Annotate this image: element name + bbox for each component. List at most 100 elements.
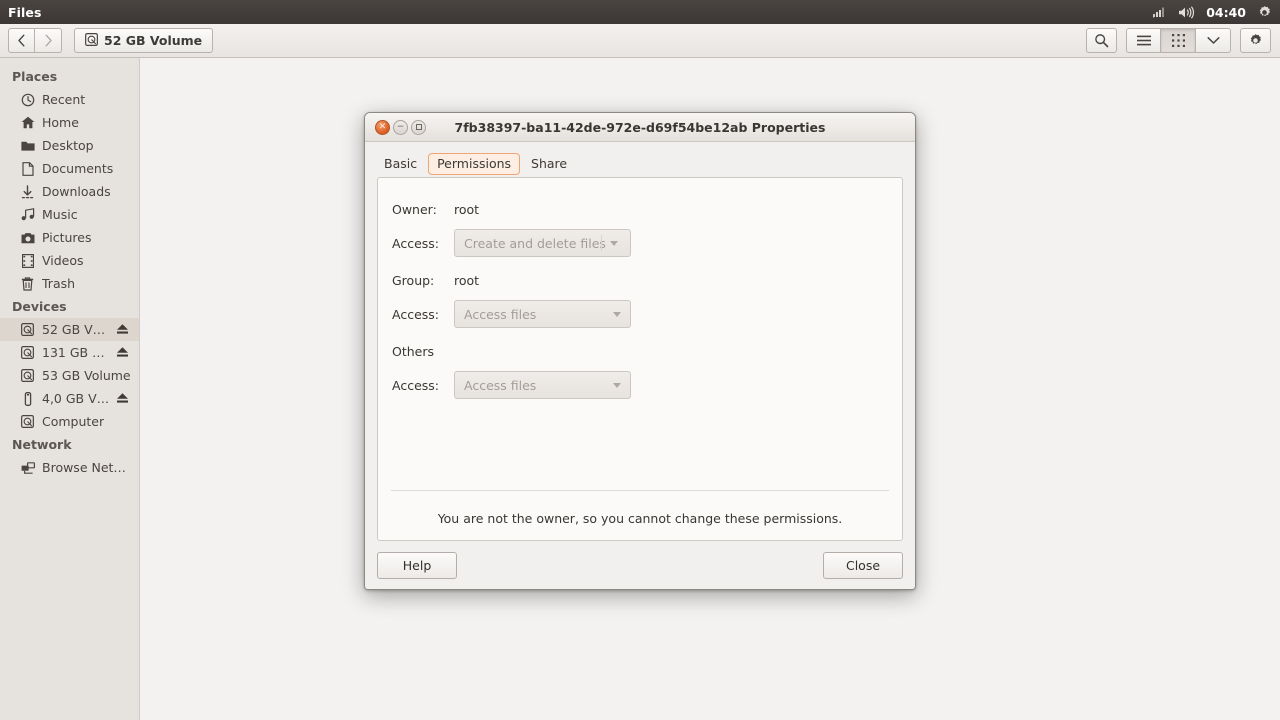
film-icon [20,253,35,268]
camera-icon [20,232,35,244]
chevron-down-icon [613,382,621,388]
others-access-label: Access: [392,377,440,393]
network-signal-icon[interactable] [1153,6,1167,18]
sidebar-item-recent[interactable]: Recent [0,88,139,111]
files-toolbar: 52 GB Volume [0,24,1280,58]
tab-basic[interactable]: Basic [375,153,426,175]
system-settings-gear-icon[interactable] [1257,5,1272,20]
others-section: Others Access: Access files [392,341,631,399]
close-button[interactable]: Close [823,551,903,579]
view-options-chevron-down-button[interactable] [1196,28,1231,53]
breadcrumb-label: 52 GB Volume [104,33,203,48]
owner-section: Owner: root Access: Create and delete fi… [392,199,631,257]
sidebar-item-label: Trash [42,276,76,291]
sidebar-item-label: 53 GB Volume [42,368,131,383]
sidebar-item-131-gb-volume[interactable]: 131 GB … [0,341,139,364]
sidebar-item-desktop[interactable]: Desktop [0,134,139,157]
sidebar-item-browse-network[interactable]: Browse Net… [0,456,139,479]
others-access-value: Access files [464,377,537,393]
others-access-row: Access: Access files [392,371,631,399]
group-value: root [454,272,480,288]
combo-separator [601,235,602,251]
eject-icon[interactable] [116,345,129,360]
properties-dialog: ✕ − 7fb38397-ba11-42de-972e-d69f54be12ab… [364,112,916,590]
breadcrumb-item-52-gb-volume[interactable]: 52 GB Volume [74,28,214,53]
drive-harddisk-icon [85,32,98,49]
folder-icon [20,140,35,152]
search-button[interactable] [1086,28,1117,53]
tab-share[interactable]: Share [522,153,576,175]
sidebar-item-videos[interactable]: Videos [0,249,139,272]
clock-icon [20,93,35,107]
usb-drive-icon [20,391,35,406]
sidebar-item-label: Computer [42,414,105,429]
not-owner-note: You are not the owner, so you cannot cha… [437,511,843,526]
volume-icon[interactable] [1178,5,1195,19]
owner-label: Owner: [392,201,437,217]
sidebar-item-label: Browse Net… [42,460,126,475]
group-access-value: Access files [464,306,537,322]
sidebar-item-downloads[interactable]: Downloads [0,180,139,203]
others-access-dropdown[interactable]: Access files [454,371,631,399]
list-view-button[interactable] [1126,28,1161,53]
panel-app-name[interactable]: Files [8,5,42,20]
sidebar-item-52-gb-volume[interactable]: 52 GB V… [0,318,139,341]
close-window-button[interactable]: ✕ [375,119,390,135]
dialog-title: 7fb38397-ba11-42de-972e-d69f54be12ab Pro… [454,119,826,135]
sidebar-item-music[interactable]: Music [0,203,139,226]
eject-icon[interactable] [116,391,129,406]
download-icon [20,184,35,199]
sidebar-item-label: Documents [42,161,114,176]
eject-icon[interactable] [116,322,129,337]
network-icon [20,461,35,474]
chevron-down-icon [610,240,618,246]
sidebar-item-label: 52 GB V… [42,322,106,337]
group-access-dropdown[interactable]: Access files [454,300,631,328]
desktop-top-panel: Files 04:40 [0,0,1280,24]
tab-permissions[interactable]: Permissions [428,153,521,175]
system-tray: 04:40 [1153,5,1280,20]
navigation-button-group [8,28,62,53]
chevron-down-icon [613,311,621,317]
back-button[interactable] [8,28,35,53]
sidebar-item-trash[interactable]: Trash [0,272,139,295]
group-row: Group: root [392,270,631,290]
drive-harddisk-icon [20,323,35,336]
gear-icon[interactable] [1240,28,1271,53]
sidebar-item-pictures[interactable]: Pictures [0,226,139,249]
owner-value: root [454,201,480,217]
trash-icon [20,276,35,291]
sidebar-item-53-gb-volume[interactable]: 53 GB Volume [0,364,139,387]
clock-label[interactable]: 04:40 [1206,5,1246,20]
view-mode-group [1126,28,1231,53]
permissions-panel: Owner: root Access: Create and delete fi… [377,177,903,541]
sidebar-heading-devices: Devices [12,299,67,314]
sidebar-item-4-0-gb-volume[interactable]: 4,0 GB V… [0,387,139,410]
group-label: Group: [392,272,435,288]
grid-view-button[interactable] [1161,28,1196,53]
document-icon [20,161,35,176]
sidebar-item-home[interactable]: Home [0,111,139,134]
dialog-tabs: Basic Permissions Share [365,142,915,175]
sidebar-item-documents[interactable]: Documents [0,157,139,180]
sidebar-item-label: Downloads [42,184,111,199]
owner-access-dropdown[interactable]: Create and delete files [454,229,631,257]
sidebar-item-label: Music [42,207,78,222]
window-controls: ✕ − [375,119,426,135]
music-icon [20,208,35,221]
breadcrumb: 52 GB Volume [74,28,214,53]
maximize-window-button[interactable] [411,119,426,135]
sidebar-item-label: 4,0 GB V… [42,391,110,406]
help-button[interactable]: Help [377,551,457,579]
sidebar-item-computer[interactable]: Computer [0,410,139,433]
others-row: Others [392,341,631,361]
forward-button[interactable] [35,28,62,53]
minimize-window-button[interactable]: − [393,119,408,135]
dialog-titlebar[interactable]: ✕ − 7fb38397-ba11-42de-972e-d69f54be12ab… [365,113,915,142]
home-icon [20,116,35,129]
places-sidebar: Places Recent Home Desktop Documents Dow… [0,58,140,720]
toolbar-right-group [1086,28,1280,53]
group-access-row: Access: Access files [392,300,631,328]
drive-harddisk-icon [20,415,35,428]
group-access-label: Access: [392,306,440,322]
